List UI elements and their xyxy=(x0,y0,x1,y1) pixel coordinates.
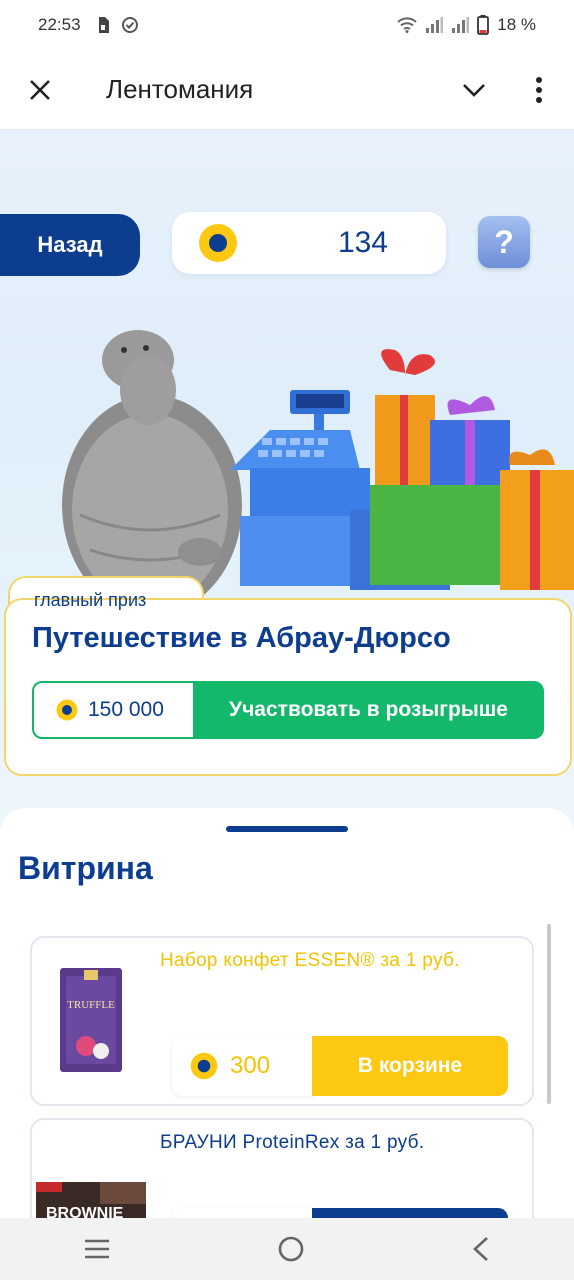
balance-value: 134 xyxy=(337,226,388,259)
system-nav-bar xyxy=(0,1218,574,1280)
battery-icon xyxy=(477,15,490,35)
coin-icon xyxy=(199,224,237,262)
battery-level: 18 % xyxy=(497,15,536,34)
help-button[interactable]: ? xyxy=(478,216,530,268)
wifi-icon xyxy=(397,17,417,33)
back-button[interactable]: Назад xyxy=(0,214,140,276)
sheet-handle[interactable] xyxy=(226,826,348,832)
prize-price: 150 000 xyxy=(32,681,194,739)
more-vertical-icon xyxy=(536,76,542,103)
prize-label: главный приз xyxy=(34,590,147,610)
gift-boxes-icon xyxy=(370,349,574,590)
sync-check-icon xyxy=(121,17,138,33)
balance-pill: 134 xyxy=(172,212,446,274)
status-time: 22:53 xyxy=(38,15,81,34)
hero-section: Назад 134 ? главный приз Путешествие в А… xyxy=(0,130,574,830)
product-price-value: 300 xyxy=(230,1052,271,1079)
close-icon xyxy=(30,79,50,100)
close-button[interactable] xyxy=(0,50,80,130)
in-cart-button[interactable]: В корзине xyxy=(312,1036,508,1096)
candy-box-image: TRUFFLE xyxy=(60,968,122,1072)
home-icon[interactable] xyxy=(277,1235,305,1263)
prize-illustration xyxy=(62,330,574,610)
walrus-mascot-icon xyxy=(62,330,242,610)
product-card[interactable]: Набор конфет ESSEN® за 1 руб. TRUFFLE 30… xyxy=(30,936,534,1106)
product-name: БРАУНИ ProteinRex за 1 руб. xyxy=(160,1132,425,1153)
sim-icon xyxy=(98,17,109,33)
more-menu-button[interactable] xyxy=(504,50,574,130)
app-header: Лентомания xyxy=(0,50,574,130)
coin-icon xyxy=(56,699,78,721)
back-nav-icon[interactable] xyxy=(471,1236,491,1262)
showcase-sheet: Витрина Набор конфет ESSEN® за 1 руб. TR… xyxy=(0,808,574,1268)
chevron-down-icon xyxy=(463,83,485,97)
product-name: Набор конфет ESSEN® за 1 руб. xyxy=(160,950,460,971)
help-icon: ? xyxy=(494,223,514,260)
candy-box-label: TRUFFLE xyxy=(67,999,115,1011)
expand-button[interactable] xyxy=(444,50,504,130)
scrollbar[interactable] xyxy=(547,924,551,1104)
page-title: Лентомания xyxy=(106,74,254,104)
prize-title: Путешествие в Абрау-Дюрсо xyxy=(32,622,451,654)
signal-icon-2 xyxy=(452,17,470,33)
product-price: 300 xyxy=(172,1036,314,1096)
prize-price-value: 150 000 xyxy=(88,698,164,721)
recent-apps-icon[interactable] xyxy=(83,1238,111,1260)
coin-icon xyxy=(190,1052,218,1080)
signal-icon-1 xyxy=(426,17,444,33)
status-bar: 22:53 18 % xyxy=(0,0,574,50)
participate-button[interactable]: Участвовать в розыгрыше xyxy=(193,681,544,739)
showcase-title: Витрина xyxy=(18,850,153,886)
